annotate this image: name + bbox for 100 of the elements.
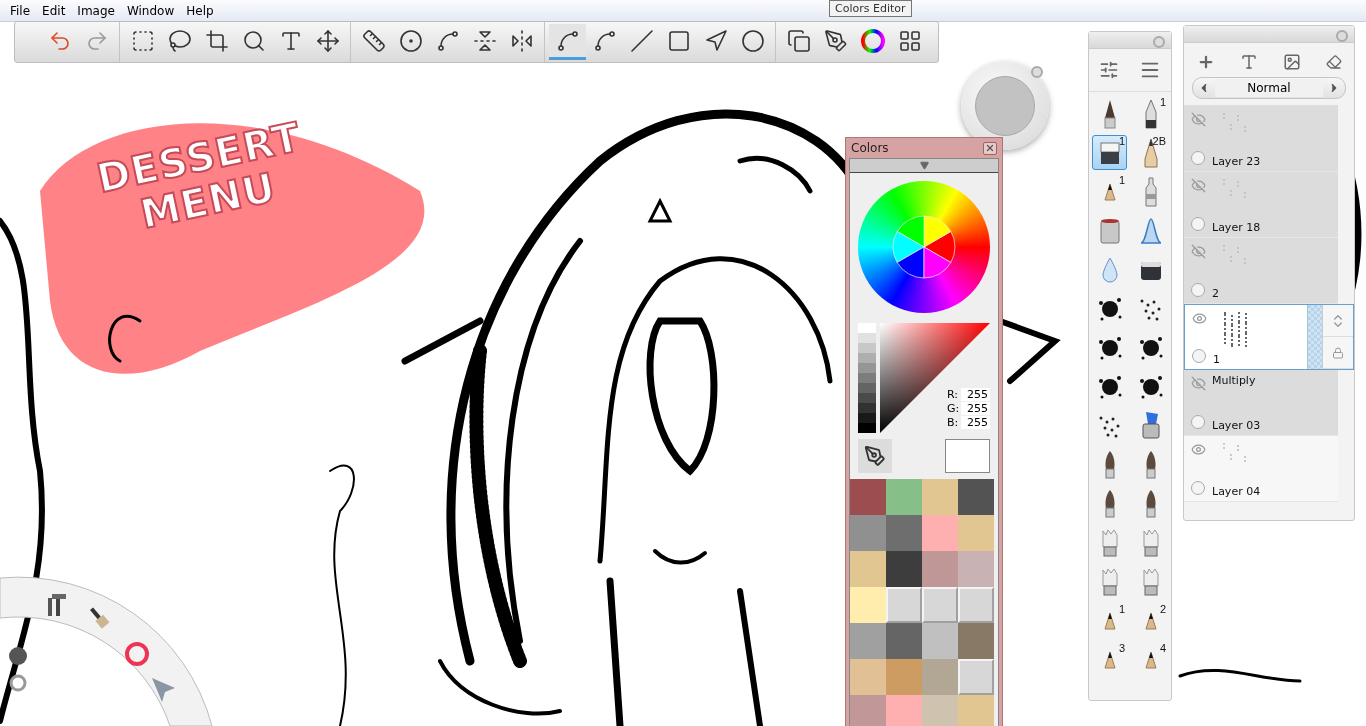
- image-layer-button[interactable]: [1282, 53, 1301, 71]
- ring-icon[interactable]: [9, 674, 27, 692]
- eye-icon[interactable]: [1191, 311, 1207, 326]
- brush-number: 1: [1118, 135, 1125, 147]
- layer-row[interactable]: 1: [1184, 304, 1354, 370]
- color-swatch[interactable]: [850, 515, 886, 551]
- lock-button[interactable]: [1323, 337, 1353, 369]
- color-swatch[interactable]: [850, 551, 886, 587]
- brush-button[interactable]: 2B: [1133, 135, 1168, 170]
- collapse-bar[interactable]: [850, 159, 998, 173]
- hidden-eye-icon[interactable]: [1190, 112, 1206, 127]
- color-swatch[interactable]: [958, 515, 994, 551]
- color-swatch[interactable]: [886, 623, 922, 659]
- color-swatch[interactable]: [850, 659, 886, 695]
- color-swatch[interactable]: [850, 479, 886, 515]
- freehand-line-icon: [555, 28, 580, 53]
- layer-name: Layer 04: [1212, 485, 1262, 498]
- menu-item[interactable]: Image: [71, 3, 121, 18]
- color-swatch[interactable]: [922, 551, 958, 587]
- brush-settings-button[interactable]: [1099, 60, 1119, 80]
- close-icon: [985, 143, 995, 153]
- channel-value-field[interactable]: 255: [961, 388, 990, 401]
- brush-button[interactable]: 2: [1133, 603, 1168, 638]
- grayscale-strip[interactable]: [858, 323, 876, 433]
- symmetry-icon: [509, 28, 534, 53]
- color-swatch[interactable]: [850, 695, 886, 726]
- layer-row[interactable]: Layer 04: [1184, 436, 1338, 502]
- panel-dot[interactable]: [1153, 36, 1165, 48]
- menu-item[interactable]: File: [4, 3, 37, 18]
- panel-dot[interactable]: [1336, 30, 1348, 42]
- layer-radio[interactable]: [1191, 217, 1205, 231]
- brush-number: 2: [1159, 603, 1166, 615]
- layer-row[interactable]: Layer 23: [1184, 106, 1338, 172]
- color-puck[interactable]: [961, 62, 1049, 150]
- layer-row[interactable]: 2: [1184, 238, 1338, 304]
- color-swatch[interactable]: [886, 515, 922, 551]
- text-icon: [1239, 53, 1258, 71]
- color-swatch[interactable]: [886, 659, 922, 695]
- sliders-icon: [1099, 60, 1119, 80]
- brush-button[interactable]: 1: [1092, 174, 1127, 209]
- tools-icon[interactable]: [48, 594, 66, 616]
- channel-value-field[interactable]: 255: [961, 416, 990, 429]
- menu-item[interactable]: Window: [120, 3, 181, 18]
- color-wheel-icon[interactable]: [125, 642, 149, 666]
- symmetry-icon: [472, 28, 497, 53]
- close-button[interactable]: [983, 141, 997, 155]
- color-swatch[interactable]: [922, 515, 958, 551]
- move-layer-button[interactable]: [1323, 305, 1353, 337]
- airbrush-tip-icon: [1103, 182, 1116, 201]
- channel-label: R:: [947, 388, 959, 401]
- hidden-eye-icon[interactable]: [1190, 244, 1206, 259]
- layer-name: 1: [1213, 353, 1221, 366]
- brush-button[interactable]: 1: [1092, 135, 1127, 170]
- color-swatch[interactable]: [922, 623, 958, 659]
- text-layer-button[interactable]: [1239, 53, 1258, 71]
- image-icon: [1282, 53, 1301, 71]
- eyedropper-button[interactable]: [858, 439, 892, 473]
- layer-name: Layer 03: [1212, 419, 1262, 432]
- color-swatch[interactable]: [958, 479, 994, 515]
- color-swatch[interactable]: [886, 695, 922, 726]
- color-swatch[interactable]: [850, 623, 886, 659]
- layer-row[interactable]: Layer 18: [1184, 172, 1338, 238]
- brush-icon[interactable]: [90, 607, 110, 629]
- color-swatch[interactable]: [958, 551, 994, 587]
- color-swatch[interactable]: [922, 659, 958, 695]
- eye-icon[interactable]: [1190, 442, 1206, 457]
- layer-radio[interactable]: [1191, 415, 1205, 429]
- brush-number: 4: [1159, 642, 1166, 654]
- layer-radio[interactable]: [1191, 283, 1205, 297]
- brush-button[interactable]: 1: [1092, 603, 1127, 638]
- brush-button[interactable]: 4: [1133, 642, 1168, 677]
- color-swatch[interactable]: [886, 479, 922, 515]
- color-swatch[interactable]: [922, 479, 958, 515]
- layer-radio[interactable]: [1191, 151, 1205, 165]
- color-swatch[interactable]: [958, 695, 994, 726]
- hidden-eye-icon[interactable]: [1190, 376, 1206, 391]
- brush-button[interactable]: 3: [1092, 642, 1127, 677]
- color-swatch[interactable]: [850, 587, 886, 623]
- menu-item[interactable]: Help: [180, 3, 220, 18]
- menu-item[interactable]: Edit: [36, 3, 72, 18]
- blend-mode-selector[interactable]: Normal: [1192, 77, 1346, 99]
- brush-button[interactable]: 1: [1133, 96, 1168, 131]
- channel-value-field[interactable]: 255: [961, 402, 990, 415]
- clear-layer-button[interactable]: [1325, 54, 1342, 70]
- layer-name: Layer 18: [1212, 221, 1262, 234]
- pointer-icon[interactable]: [152, 678, 175, 702]
- layer-row[interactable]: Multiply Layer 03: [1184, 370, 1338, 436]
- line-icon: [629, 28, 654, 53]
- channel-label: B:: [947, 416, 959, 429]
- color-swatch[interactable]: [922, 695, 958, 726]
- hidden-eye-icon[interactable]: [1190, 178, 1206, 193]
- color-swatch[interactable]: [958, 623, 994, 659]
- ellipse-guide-icon: [398, 28, 423, 53]
- brush-number: 2B: [1152, 135, 1166, 147]
- hue-segments-drawing[interactable]: [892, 215, 956, 279]
- color-swatch[interactable]: [886, 551, 922, 587]
- tool-button[interactable]: [549, 24, 586, 60]
- rectangle-icon: [666, 28, 691, 53]
- layer-radio[interactable]: [1192, 349, 1206, 363]
- layer-radio[interactable]: [1191, 481, 1205, 495]
